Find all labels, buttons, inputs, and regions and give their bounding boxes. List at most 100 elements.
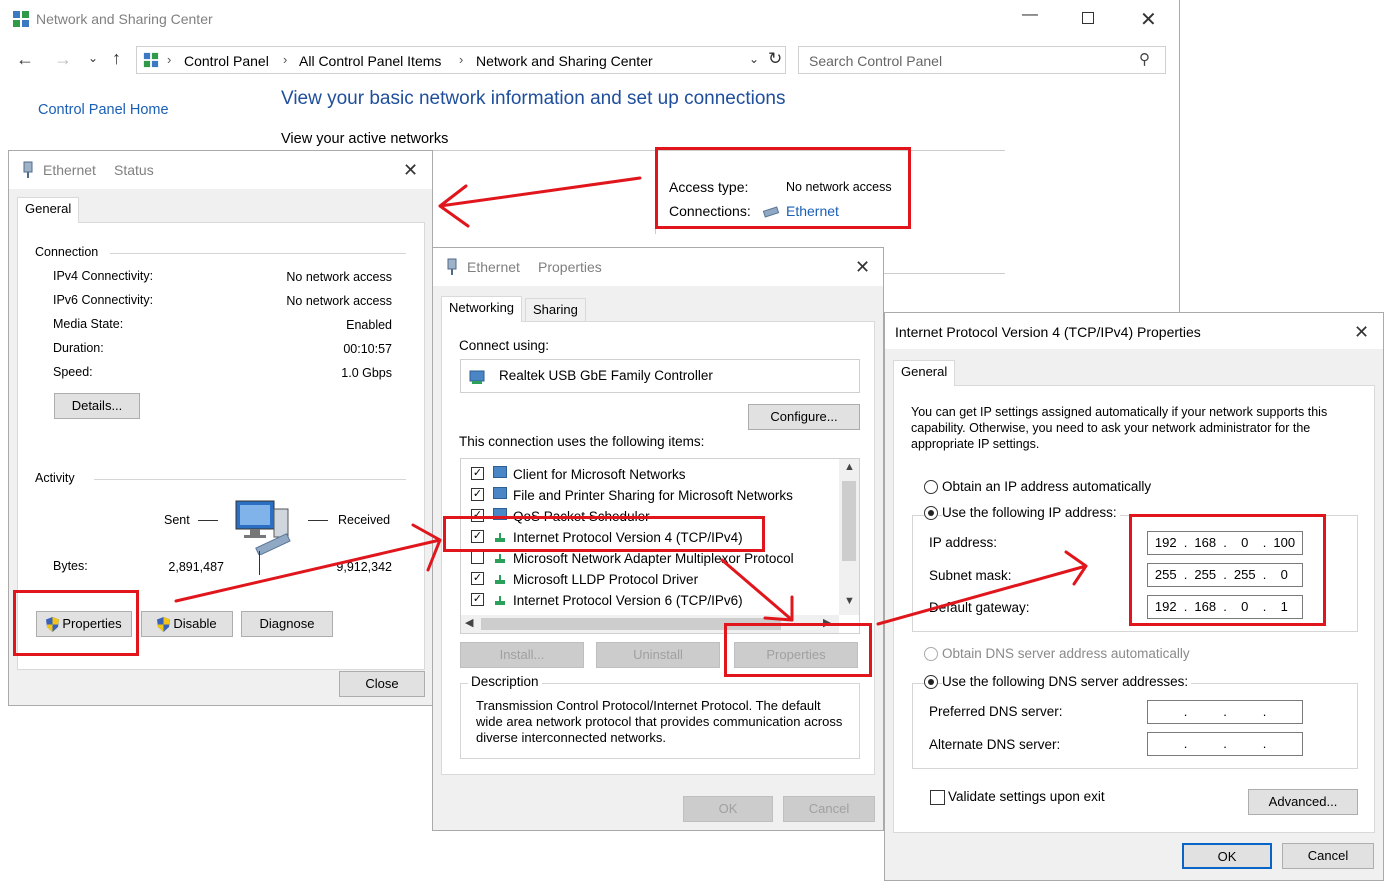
protocol-icon [493,553,507,565]
breadcrumb-separator-icon: › [283,52,288,67]
close-window-button[interactable]: ✕ [1140,7,1157,32]
item-checkbox[interactable]: ✓ [471,467,484,480]
scroll-down-icon[interactable]: ▼ [844,595,855,607]
recent-chevron-icon[interactable]: ⌄ [88,51,98,65]
list-item[interactable]: ✓ Internet Protocol Version 6 (TCP/IPv6) [461,589,833,610]
search-box[interactable]: Search Control Panel ⚲ [798,46,1166,74]
refresh-icon[interactable]: ↻ [768,49,782,69]
use-following-ip-radio[interactable] [924,506,938,520]
validate-checkbox[interactable] [930,790,945,805]
subnet-mask-label: Subnet mask: [929,568,1012,583]
ethernet-adapter-icon [447,258,457,275]
status-title-status: Status [114,162,154,178]
tab-general[interactable]: General [17,197,80,223]
list-item[interactable]: ✓ Microsoft LLDP Protocol Driver [461,568,833,589]
item-checkbox[interactable]: ✓ [471,488,484,501]
close-icon[interactable]: ✕ [1354,323,1369,341]
alternate-dns-field[interactable]: ... [1147,732,1303,756]
media-state-value: Enabled [346,318,392,332]
list-item[interactable]: ✓ Client for Microsoft Networks [461,463,833,484]
ipv4-cancel-button[interactable]: Cancel [1282,843,1374,869]
preferred-dns-field[interactable]: ... [1147,700,1303,724]
connection-group-label: Connection [35,245,99,259]
use-following-dns-radio[interactable] [924,675,938,689]
item-checkbox[interactable] [471,551,484,564]
item-label: Internet Protocol Version 6 (TCP/IPv6) [513,593,743,608]
ipv6-connectivity-value: No network access [286,294,392,308]
main-window-title: Network and Sharing Center [36,11,213,27]
breadcrumb-separator-icon: › [167,52,172,67]
active-networks-heading: View your active networks [281,131,449,147]
validate-label[interactable]: Validate settings upon exit [948,789,1105,804]
status-title-ethernet: Ethernet [43,162,96,178]
connect-using-label: Connect using: [459,338,550,353]
address-box[interactable]: › Control Panel › All Control Panel Item… [136,46,786,74]
annotation-box-status-properties [13,590,139,656]
speed-value: 1.0 Gbps [341,366,392,380]
control-panel-icon [143,52,159,68]
items-label: This connection uses the following items… [459,434,705,449]
obtain-dns-auto-radio[interactable] [924,647,938,661]
scroll-thumb[interactable] [842,481,856,561]
up-arrow-icon[interactable]: ↑ [112,48,121,69]
annotation-box-item-properties [724,623,872,677]
use-following-dns-label[interactable]: Use the following DNS server addresses: [942,674,1192,689]
address-dropdown-icon[interactable]: ⌄ [749,52,759,66]
properties-title-properties: Properties [538,259,602,275]
obtain-ip-auto-label[interactable]: Obtain an IP address automatically [942,479,1151,494]
ipv4-tab-general[interactable]: General [893,360,956,386]
minimize-button[interactable]: — [1022,6,1038,24]
breadcrumb-network-center[interactable]: Network and Sharing Center [476,53,653,69]
bytes-divider [259,551,260,575]
media-state-label: Media State: [53,317,124,331]
vertical-scrollbar[interactable]: ▲ ▼ [839,459,859,615]
item-checkbox[interactable]: ✓ [471,593,484,606]
item-checkbox[interactable]: ✓ [471,572,484,585]
forward-arrow-icon[interactable]: → [54,49,72,70]
breadcrumb-control-panel[interactable]: Control Panel [184,53,269,69]
network-icon [493,466,507,478]
item-label: Microsoft LLDP Protocol Driver [513,572,699,587]
activity-group-label: Activity [35,471,75,485]
tab-networking[interactable]: Networking [441,296,523,322]
search-input[interactable]: Search Control Panel [809,53,942,69]
status-close-button[interactable]: Close [339,671,425,697]
advanced-button[interactable]: Advanced... [1248,789,1358,815]
sidebar-link-control-panel-home[interactable]: Control Panel Home [38,102,169,118]
configure-button[interactable]: Configure... [748,404,860,430]
properties-ok-button[interactable]: OK [683,796,773,822]
uninstall-button[interactable]: Uninstall [596,642,720,668]
bytes-label: Bytes: [53,559,88,573]
details-button[interactable]: Details... [54,393,140,419]
scroll-up-icon[interactable]: ▲ [844,461,855,473]
network-adapter-icon [469,370,485,384]
use-following-ip-label[interactable]: Use the following IP address: [942,505,1120,520]
speed-label: Speed: [53,365,93,379]
scroll-left-icon[interactable]: ◀ [465,616,473,629]
ip-address-label: IP address: [929,535,998,550]
obtain-dns-auto-label[interactable]: Obtain DNS server address automatically [942,646,1190,661]
disable-button[interactable]: Disable [141,611,233,637]
breadcrumb-separator-icon: › [459,52,464,67]
list-item[interactable]: ✓ File and Printer Sharing for Microsoft… [461,484,833,505]
ipv4-ok-button[interactable]: OK [1182,843,1272,869]
section-divider [881,273,1005,274]
install-button[interactable]: Install... [460,642,584,668]
obtain-ip-auto-radio[interactable] [924,480,938,494]
connection-group-line [110,253,406,254]
control-panel-icon [13,11,29,27]
close-icon[interactable]: ✕ [855,258,870,276]
properties-cancel-button[interactable]: Cancel [783,796,875,822]
network-computers-icon [235,500,291,555]
back-arrow-icon[interactable]: ← [16,49,34,70]
diagnose-button[interactable]: Diagnose [241,611,333,637]
search-icon[interactable]: ⚲ [1139,50,1150,68]
properties-title-ethernet: Ethernet [467,259,520,275]
tab-sharing[interactable]: Sharing [525,298,586,322]
annotation-box-access-type [655,147,911,229]
close-icon[interactable]: ✕ [403,161,418,179]
breadcrumb-all-items[interactable]: All Control Panel Items [299,53,441,69]
maximize-button[interactable] [1082,12,1094,24]
duration-label: Duration: [53,341,104,355]
status-title-bar: Ethernet Status ✕ [9,151,432,189]
